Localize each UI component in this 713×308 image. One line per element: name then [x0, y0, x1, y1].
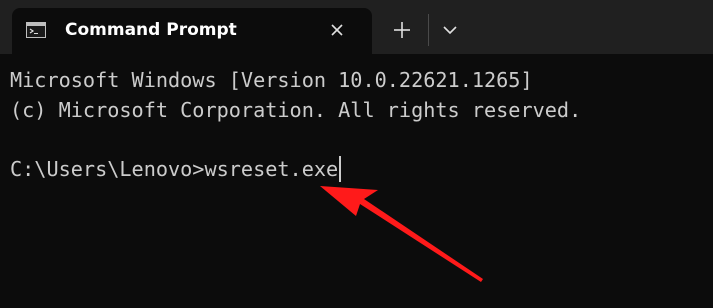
tab-title: Command Prompt — [65, 20, 237, 40]
chevron-down-icon — [443, 26, 457, 35]
prompt-line: C:\Users\Lenovo>wsreset.exe — [10, 155, 342, 183]
plus-icon — [394, 22, 410, 38]
terminal-window: Command Prompt Microsoft Windows [Versio… — [0, 0, 713, 308]
tab-bar-divider — [428, 14, 429, 46]
version-line: Microsoft Windows [Version 10.0.22621.12… — [10, 68, 533, 92]
text-cursor — [339, 156, 342, 182]
tab-bar: Command Prompt — [0, 0, 713, 54]
typed-command: wsreset.exe — [204, 157, 339, 181]
dropdown-button[interactable] — [436, 16, 464, 44]
new-tab-button[interactable] — [388, 16, 416, 44]
cmd-icon — [26, 22, 46, 38]
terminal-output[interactable]: Microsoft Windows [Version 10.0.22621.12… — [0, 54, 713, 308]
copyright-line: (c) Microsoft Corporation. All rights re… — [10, 98, 582, 122]
prompt-path: C:\Users\Lenovo> — [10, 157, 205, 181]
tab-command-prompt[interactable]: Command Prompt — [12, 8, 372, 54]
close-icon[interactable] — [328, 21, 346, 39]
